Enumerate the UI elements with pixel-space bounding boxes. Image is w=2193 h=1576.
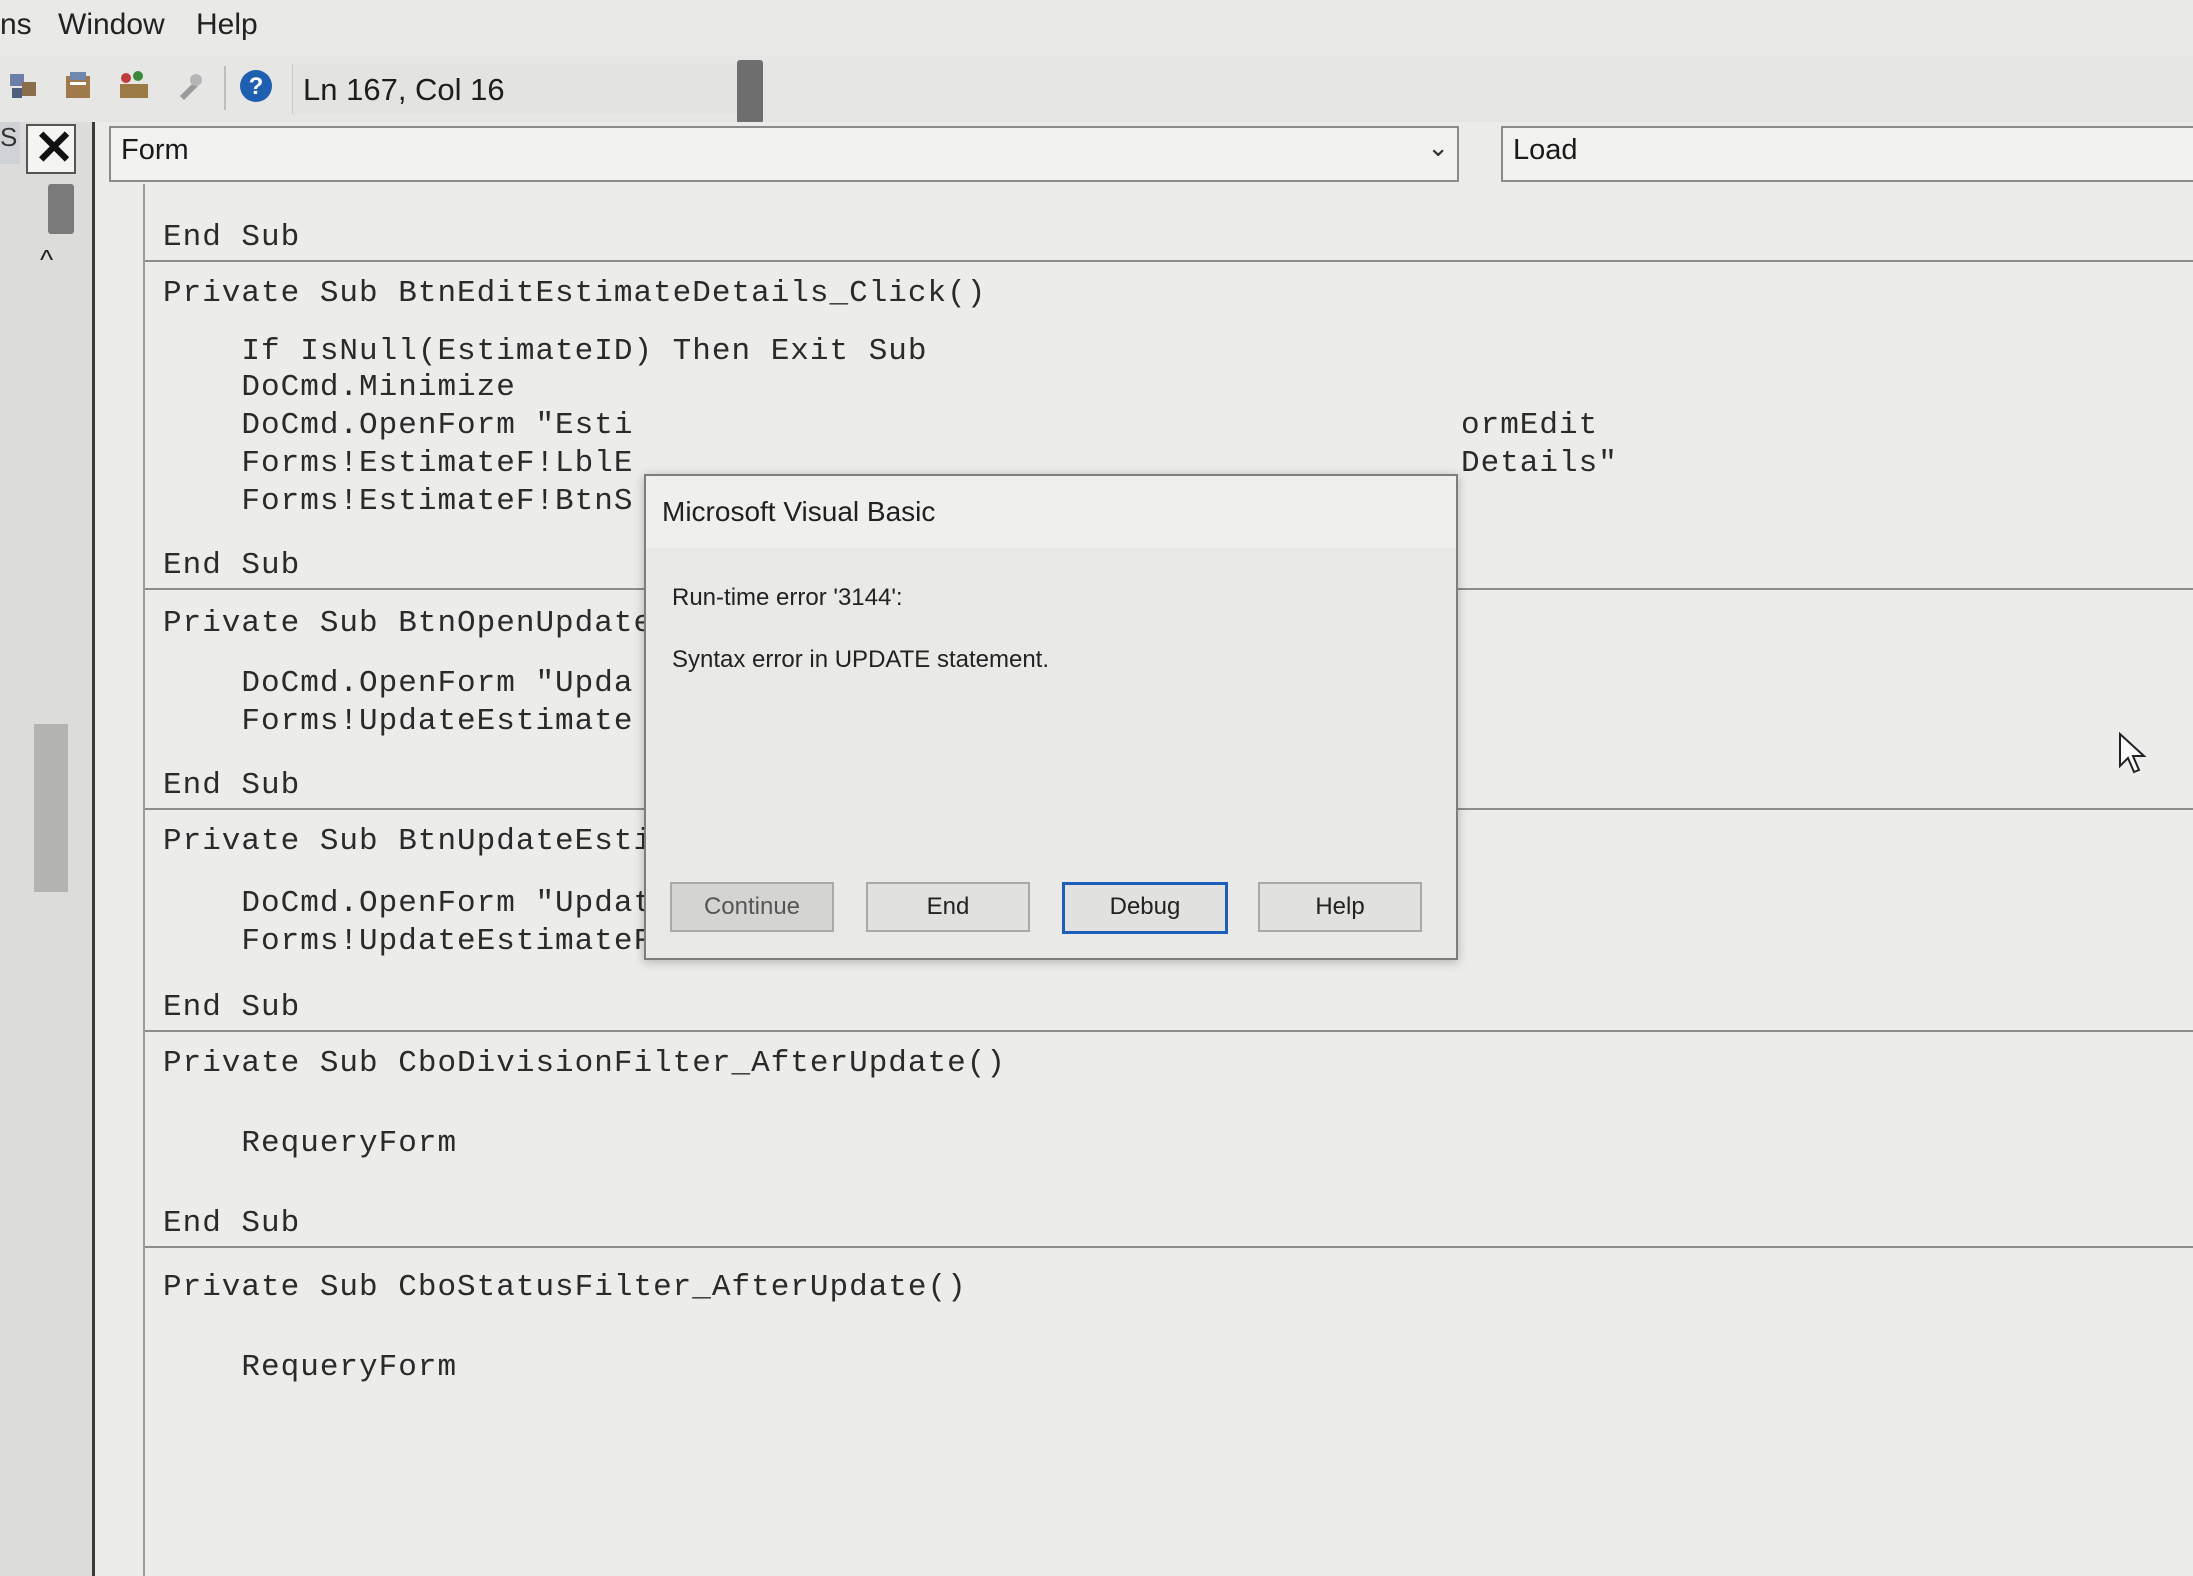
code-line: Forms!EstimateF!LblE [163,446,634,481]
help-icon[interactable]: ? [238,68,274,104]
left-scrollbar-thumb[interactable] [34,724,68,892]
code-line: RequeryForm [163,1126,458,1161]
debug-button[interactable]: Debug [1062,882,1228,934]
close-icon: ✕ [34,122,75,175]
code-line: End Sub [163,548,301,583]
runtime-error-dialog: Microsoft Visual Basic Run-time error '3… [644,474,1458,960]
toolbox-icon[interactable] [172,68,208,104]
code-line: Forms!UpdateEstimate [163,704,634,739]
code-line: DoCmd.OpenForm "Esti [163,408,634,443]
object-combo-box[interactable]: Form ⌄ [109,126,1459,182]
procedure-combo-value: Load [1513,134,1578,166]
code-line: Private Sub BtnEditEstimateDetails_Click… [163,276,987,311]
code-line: Private Sub CboStatusFilter_AfterUpdate(… [163,1270,967,1305]
code-line: End Sub [163,768,301,803]
end-button[interactable]: End [866,882,1030,932]
cursor-position-text: Ln 167, Col 16 [303,72,505,107]
code-line: RequeryForm [163,1350,458,1385]
procedure-separator [145,1030,2193,1032]
dialog-title-bar[interactable]: Microsoft Visual Basic [646,476,1456,548]
properties-window-icon[interactable] [60,68,96,104]
code-line: Private Sub BtnOpenUpdate [163,606,654,641]
code-line: End Sub [163,1206,301,1241]
toolbar-separator [224,66,226,110]
scroll-up-arrow-icon[interactable]: ^ [40,244,53,276]
code-line: If IsNull(EstimateID) Then Exit Sub [163,334,928,369]
toolbar: ? Ln 167, Col 16 [0,56,2193,124]
help-button[interactable]: Help [1258,882,1422,932]
svg-text:?: ? [249,73,264,100]
menu-item-help[interactable]: Help [196,8,258,42]
dialog-title: Microsoft Visual Basic [662,496,936,527]
code-line-fragment: ormEdit [1461,408,1599,443]
toolbar-grip-handle[interactable] [737,60,763,124]
project-explorer-icon[interactable] [6,68,42,104]
left-splitter-handle[interactable] [48,184,74,234]
code-line-fragment: Details" [1461,446,1618,481]
code-line: End Sub [163,220,301,255]
procedure-separator [145,260,2193,262]
continue-button[interactable]: Continue [670,882,834,932]
object-combo-value: Form [121,134,189,166]
chevron-down-icon[interactable]: ⌄ [1427,132,1449,163]
menu-item-tools-partial[interactable]: ns [0,8,32,42]
mouse-pointer-icon [2119,732,2147,774]
left-dock-panel: S ✕ ^ [0,122,95,1576]
object-browser-icon[interactable] [116,68,152,104]
code-line: End Sub [163,990,301,1025]
error-code-text: Run-time error '3144': [672,584,903,611]
left-panel-partial-title: S [0,122,20,164]
error-message-text: Syntax error in UPDATE statement. [672,646,1050,673]
procedure-separator [145,1246,2193,1248]
code-line: DoCmd.Minimize [163,370,516,405]
menu-bar: ns Window Help [0,0,2193,56]
code-line: DoCmd.OpenForm "Upda [163,666,634,701]
code-line: Forms!EstimateF!BtnS [163,484,634,519]
menu-item-window[interactable]: Window [58,8,165,42]
cursor-position-box: Ln 167, Col 16 [292,60,763,124]
close-pane-button[interactable]: ✕ [26,122,76,175]
code-line: Private Sub CboDivisionFilter_AfterUpdat… [163,1046,1006,1081]
procedure-combo-box[interactable]: Load [1501,126,2193,182]
